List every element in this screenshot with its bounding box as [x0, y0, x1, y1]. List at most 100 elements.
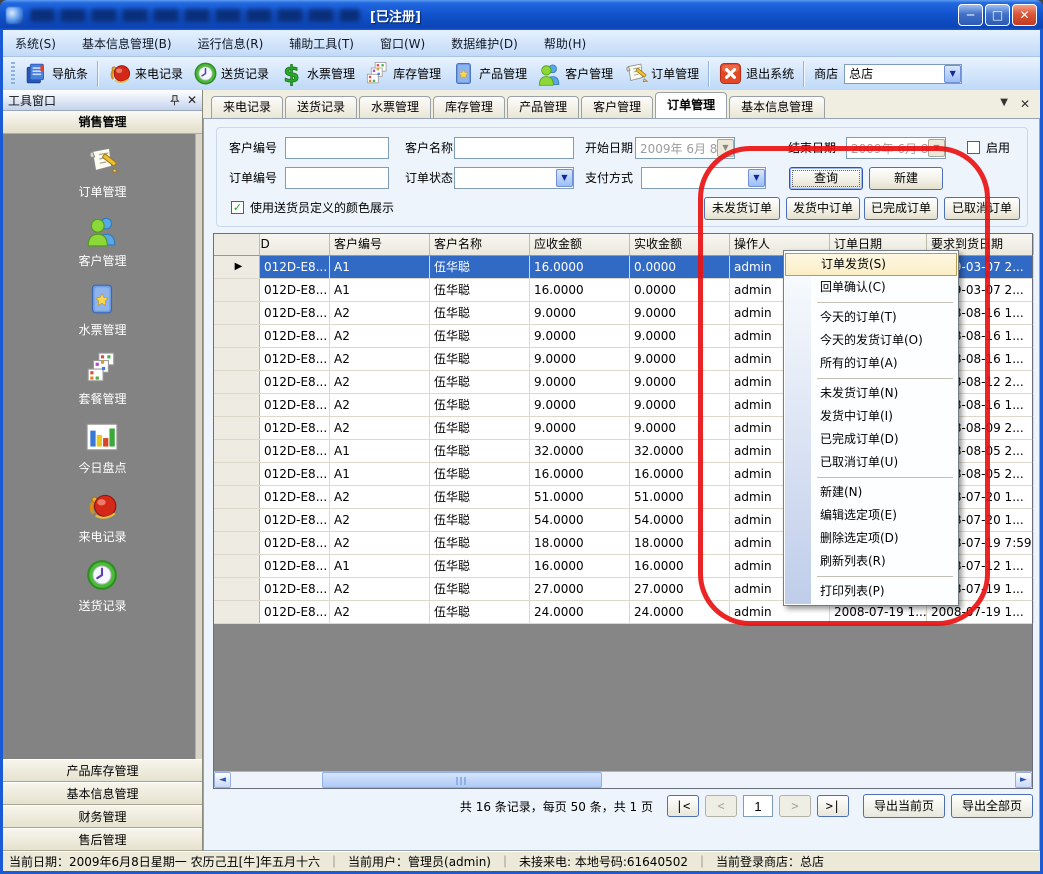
- grid-column-header[interactable]: 应收金额: [530, 234, 630, 255]
- sidebar-item[interactable]: 送货记录: [78, 558, 126, 614]
- order-status-combobox[interactable]: ▼: [454, 167, 574, 189]
- customer-name-input[interactable]: [454, 137, 574, 159]
- sidebar-scrollbar[interactable]: [195, 134, 202, 759]
- context-menu-item[interactable]: 刷新列表(R): [785, 550, 957, 573]
- table-cell: 16.0000: [630, 555, 730, 577]
- start-date-picker[interactable]: 2009年 6月 8日 ▼: [635, 137, 735, 159]
- grid-column-header[interactable]: ID: [260, 234, 330, 255]
- chevron-down-icon[interactable]: ▼: [748, 169, 765, 187]
- sidebar-section[interactable]: 售后管理: [3, 828, 202, 851]
- menu-item[interactable]: 系统(S): [15, 35, 56, 52]
- menu-item[interactable]: 窗口(W): [380, 35, 425, 52]
- horizontal-scrollbar[interactable]: ◄ ►: [214, 771, 1032, 788]
- context-menu-item[interactable]: 回单确认(C): [785, 276, 957, 299]
- page-number-input[interactable]: [743, 795, 773, 817]
- context-menu-item[interactable]: 订单发货(S): [785, 253, 957, 276]
- close-button[interactable]: ✕: [1012, 4, 1037, 26]
- toolbar-button-customer[interactable]: 客户管理: [532, 59, 618, 88]
- tab-close-icon[interactable]: ✕: [1020, 97, 1030, 111]
- sidebar-item[interactable]: 今日盘点: [78, 420, 126, 476]
- store-combobox[interactable]: 总店 ▼: [844, 64, 962, 84]
- toolbar-button-call[interactable]: 来电记录: [102, 59, 188, 88]
- status-filter-shipping-button[interactable]: 发货中订单: [786, 197, 860, 220]
- prev-page-button[interactable]: <: [705, 795, 737, 817]
- tab[interactable]: 基本信息管理: [729, 96, 825, 118]
- context-menu-item[interactable]: 所有的订单(A): [785, 352, 957, 375]
- sidebar-section[interactable]: 基本信息管理: [3, 782, 202, 805]
- sidebar-bottom-sections: 产品库存管理基本信息管理财务管理售后管理: [3, 759, 202, 851]
- status-filter-unshipped-button[interactable]: 未发货订单: [704, 197, 780, 220]
- tab[interactable]: 订单管理: [655, 92, 727, 118]
- pay-method-combobox[interactable]: ▼: [641, 167, 766, 189]
- sidebar-item[interactable]: 水票管理: [78, 282, 126, 338]
- context-menu-item[interactable]: 已完成订单(D): [785, 428, 957, 451]
- export-all-pages-button[interactable]: 导出全部页: [951, 794, 1033, 818]
- tab[interactable]: 产品管理: [507, 96, 579, 118]
- order-code-input[interactable]: [285, 167, 389, 189]
- customer-code-input[interactable]: [285, 137, 389, 159]
- context-menu-item[interactable]: 删除选定项(D): [785, 527, 957, 550]
- chevron-down-icon[interactable]: ▼: [944, 65, 961, 83]
- tab[interactable]: 送货记录: [285, 96, 357, 118]
- menu-item[interactable]: 数据维护(D): [451, 35, 518, 52]
- sidebar-item[interactable]: 订单管理: [78, 144, 126, 200]
- tab[interactable]: 客户管理: [581, 96, 653, 118]
- chevron-down-icon[interactable]: ▼: [556, 169, 573, 187]
- sidebar-section[interactable]: 产品库存管理: [3, 759, 202, 782]
- context-menu-item[interactable]: 未发货订单(N): [785, 382, 957, 405]
- context-menu-item[interactable]: 新建(N): [785, 481, 957, 504]
- table-cell: A2: [330, 348, 430, 370]
- menu-separator: [785, 299, 957, 306]
- grid-column-header[interactable]: [214, 234, 260, 255]
- tab[interactable]: 库存管理: [433, 96, 505, 118]
- tool-window-close-icon[interactable]: ✕: [187, 93, 197, 107]
- minimize-button[interactable]: ─: [958, 4, 983, 26]
- toolbar-button-dollar[interactable]: $水票管理: [274, 59, 360, 88]
- toolbar-button-nav[interactable]: 导航条: [19, 59, 93, 88]
- end-date-picker[interactable]: 2009年 6月 8日 ▼: [846, 137, 946, 159]
- sidebar-item[interactable]: 来电记录: [78, 489, 126, 545]
- export-current-page-button[interactable]: 导出当前页: [863, 794, 945, 818]
- table-cell: 伍华聪: [430, 256, 530, 278]
- grid-column-header[interactable]: 客户编号: [330, 234, 430, 255]
- context-menu-item[interactable]: 今天的发货订单(O): [785, 329, 957, 352]
- sidebar-item[interactable]: 套餐管理: [78, 351, 126, 407]
- status-filter-cancelled-button[interactable]: 已取消订单: [944, 197, 1020, 220]
- grid-column-header[interactable]: 客户名称: [430, 234, 530, 255]
- enable-date-checkbox[interactable]: [967, 141, 980, 154]
- toolbar-button-product[interactable]: 产品管理: [446, 59, 532, 88]
- toolbar-grip[interactable]: [11, 62, 15, 86]
- context-menu-item[interactable]: 今天的订单(T): [785, 306, 957, 329]
- pin-icon[interactable]: [168, 94, 181, 107]
- grid-column-header[interactable]: 实收金额: [630, 234, 730, 255]
- sidebar-section[interactable]: 财务管理: [3, 805, 202, 828]
- scroll-left-icon[interactable]: ◄: [214, 772, 231, 788]
- tab-list-dropdown-icon[interactable]: ▼: [1000, 97, 1008, 111]
- query-button[interactable]: 查询: [789, 167, 863, 190]
- new-button[interactable]: 新建: [869, 167, 943, 190]
- toolbar-button-stock[interactable]: 库存管理: [360, 59, 446, 88]
- menu-item[interactable]: 帮助(H): [544, 35, 586, 52]
- last-page-button[interactable]: >|: [817, 795, 849, 817]
- toolbar-button-delivery[interactable]: 送货记录: [188, 59, 274, 88]
- context-menu-item[interactable]: 发货中订单(I): [785, 405, 957, 428]
- context-menu-item[interactable]: 已取消订单(U): [785, 451, 957, 474]
- context-menu-item[interactable]: 编辑选定项(E): [785, 504, 957, 527]
- toolbar-button-exit[interactable]: 退出系统: [713, 59, 799, 88]
- status-filter-completed-button[interactable]: 已完成订单: [864, 197, 938, 220]
- menu-item[interactable]: 辅助工具(T): [289, 35, 354, 52]
- sidebar-item[interactable]: 客户管理: [78, 213, 126, 269]
- tab[interactable]: 来电记录: [211, 96, 283, 118]
- color-display-checkbox[interactable]: ✓: [231, 201, 244, 214]
- scrollbar-thumb[interactable]: [322, 772, 602, 788]
- sidebar-section-sales[interactable]: 销售管理: [3, 111, 202, 134]
- first-page-button[interactable]: |<: [667, 795, 699, 817]
- maximize-button[interactable]: □: [985, 4, 1010, 26]
- context-menu-item[interactable]: 打印列表(P): [785, 580, 957, 603]
- menu-item[interactable]: 基本信息管理(B): [82, 35, 172, 52]
- menu-item[interactable]: 运行信息(R): [198, 35, 264, 52]
- next-page-button[interactable]: >: [779, 795, 811, 817]
- toolbar-button-order[interactable]: 订单管理: [618, 59, 704, 88]
- tab[interactable]: 水票管理: [359, 96, 431, 118]
- scroll-right-icon[interactable]: ►: [1015, 772, 1032, 788]
